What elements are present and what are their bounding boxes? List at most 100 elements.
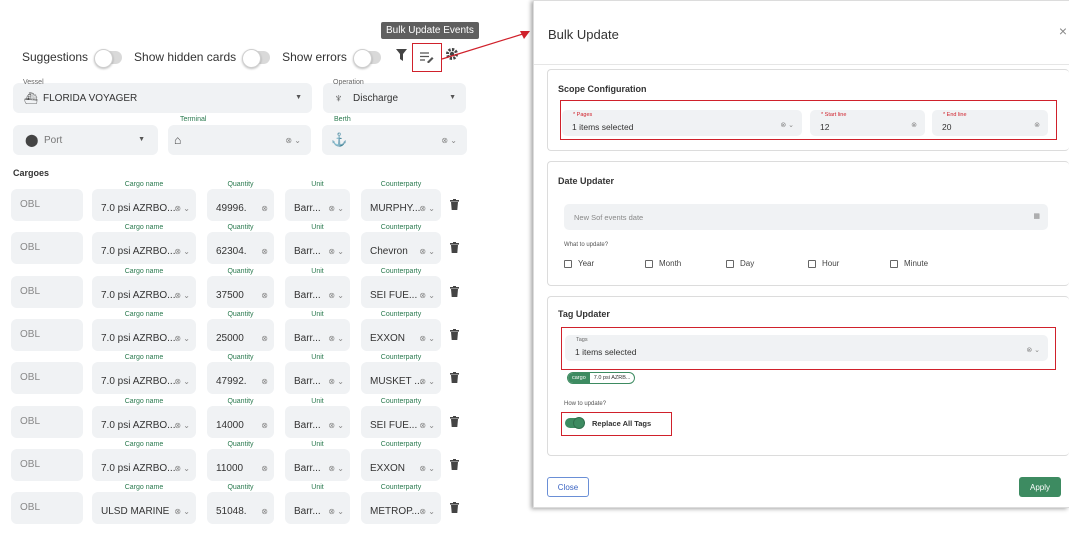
cargo-name-select[interactable]: Cargo name 7.0 psi AZRBO... ⊗ ⌄	[92, 354, 196, 395]
cargo-name-select[interactable]: Cargo name 7.0 psi AZRBO... ⊗ ⌄	[92, 181, 196, 221]
cargo-name-select[interactable]: Cargo name 7.0 psi AZRBO... ⊗ ⌄	[92, 398, 196, 438]
terminal-select[interactable]: Terminal ⌂ ⊗ ⌄	[168, 116, 311, 155]
cargo-type-field[interactable]: OBL	[11, 448, 83, 481]
trash-icon[interactable]	[450, 372, 459, 386]
close-button[interactable]: Close	[547, 477, 589, 497]
counterparty-select[interactable]: Counterparty MURPHY... ⊗ ⌄	[361, 181, 441, 221]
trash-icon[interactable]	[450, 502, 459, 516]
trash-icon[interactable]	[450, 328, 459, 343]
quantity-input[interactable]: Quantity 51048. ⊗	[207, 484, 274, 525]
clear-chevron-icon: ⊗ ⌄	[328, 247, 344, 257]
counterparty-select[interactable]: Counterparty Chevron ⊗ ⌄	[361, 224, 441, 265]
tag-chip[interactable]: cargo 7.0 psi AZRB...	[567, 372, 636, 384]
start-line-input[interactable]: * Start line 12 ⊗	[810, 110, 925, 136]
cargo-name-select[interactable]: Cargo name 7.0 psi AZRBO... ⊗ ⌄	[92, 311, 196, 351]
quantity-input[interactable]: Quantity 11000 ⊗	[207, 441, 274, 481]
counterparty-select[interactable]: Counterparty EXXON ⊗ ⌄	[361, 441, 441, 481]
month-checkbox[interactable]: Month	[645, 259, 681, 268]
cargo-name-select[interactable]: Cargo name 7.0 psi AZRBO... ⊗ ⌄	[92, 224, 196, 265]
trash-icon[interactable]	[450, 458, 459, 473]
trash-icon[interactable]	[450, 415, 459, 430]
bulk-update-button[interactable]	[412, 43, 442, 72]
cargo-type-value: OBL	[20, 285, 41, 297]
cargo-type-field[interactable]: OBL	[11, 189, 83, 221]
cargo-type-field[interactable]: OBL	[11, 275, 83, 308]
clear-chevron-icon: ⊗ ⌄	[174, 377, 190, 387]
unit-select[interactable]: Unit Barr... ⊗ ⌄	[285, 441, 350, 481]
sof-date-input[interactable]: New Sof events date ▦	[564, 204, 1048, 230]
clear-chevron-icon: ⊗ ⌄	[328, 333, 344, 343]
counterparty-select[interactable]: Counterparty MUSKET ... ⊗ ⌄	[361, 354, 441, 395]
quantity-input[interactable]: Quantity 47992. ⊗	[207, 354, 274, 395]
clear-chevron-icon: ⊗ ⌄	[419, 377, 435, 387]
unit-select[interactable]: Unit Barr... ⊗ ⌄	[285, 354, 350, 395]
show-errors-label: Show errors	[282, 50, 347, 64]
clear-icon: ⊗	[261, 463, 268, 473]
minute-checkbox[interactable]: Minute	[890, 259, 928, 268]
cargo-name-select[interactable]: Cargo name ULSD MARINE ⊗ ⌄	[92, 484, 196, 525]
operation-select[interactable]: Operation ♆ Discharge ▼	[323, 79, 466, 113]
quantity-input[interactable]: Quantity 62304. ⊗	[207, 224, 274, 265]
cargo-name-value: 7.0 psi AZRBO...	[101, 289, 176, 301]
tags-value: 1 items selected	[575, 347, 637, 357]
show-hidden-cards-toggle[interactable]	[242, 48, 271, 68]
quantity-input[interactable]: Quantity 25000 ⊗	[207, 311, 274, 351]
end-line-value: 20	[942, 122, 952, 132]
filter-icon[interactable]	[396, 48, 407, 64]
pages-select[interactable]: * Pages 1 items selected ⊗ ⌄	[562, 110, 802, 136]
counterparty-select[interactable]: Counterparty EXXON ⊗ ⌄	[361, 311, 441, 351]
trash-icon[interactable]	[450, 285, 459, 300]
unit-select[interactable]: Unit Barr... ⊗ ⌄	[285, 484, 350, 525]
clear-chevron-icon: ⊗ ⌄	[328, 204, 344, 213]
quantity-value: 62304.	[216, 246, 247, 258]
quantity-input[interactable]: Quantity 14000 ⊗	[207, 398, 274, 438]
cargo-type-field[interactable]: OBL	[11, 318, 83, 351]
cargo-type-field[interactable]: OBL	[11, 232, 83, 265]
hour-checkbox[interactable]: Hour	[808, 259, 839, 268]
berth-select[interactable]: Berth ⚓ ⊗ ⌄	[322, 116, 467, 155]
cargo-row: OBL Cargo name 7.0 psi AZRBO... ⊗ ⌄ Quantity…	[0, 268, 480, 311]
replace-all-tags-toggle[interactable]	[565, 417, 585, 429]
cargo-row: OBL Cargo name 7.0 psi AZRBO... ⊗ ⌄ Quantity…	[0, 181, 480, 224]
unit-select[interactable]: Unit Barr... ⊗ ⌄	[285, 398, 350, 438]
quantity-label: Quantity	[227, 181, 254, 188]
scope-configuration-card: Scope Configuration * Pages 1 items sele…	[547, 69, 1069, 151]
year-checkbox[interactable]: Year	[564, 259, 594, 268]
unit-label: Unit	[311, 484, 324, 492]
cargo-type-field[interactable]: OBL	[11, 362, 83, 395]
close-icon[interactable]: ×	[1059, 23, 1067, 39]
unit-select[interactable]: Unit Barr... ⊗ ⌄	[285, 311, 350, 351]
unit-select[interactable]: Unit Barr... ⊗ ⌄	[285, 181, 350, 221]
clear-chevron-icon: ⊗ ⌄	[174, 507, 190, 517]
tags-select[interactable]: Tags 1 items selected ⊗ ⌄	[565, 335, 1048, 361]
cargo-name-select[interactable]: Cargo name 7.0 psi AZRBO... ⊗ ⌄	[92, 441, 196, 481]
cargo-name-select[interactable]: Cargo name 7.0 psi AZRBO... ⊗ ⌄	[92, 268, 196, 308]
clear-chevron-icon: ⊗ ⌄	[328, 507, 344, 517]
show-errors-toggle[interactable]	[352, 48, 381, 68]
cargo-name-value: ULSD MARINE	[101, 506, 170, 518]
day-checkbox[interactable]: Day	[726, 259, 754, 268]
counterparty-select[interactable]: Counterparty SEI FUE... ⊗ ⌄	[361, 268, 441, 308]
unit-select[interactable]: Unit Barr... ⊗ ⌄	[285, 268, 350, 308]
chevron-down-icon: ▼	[138, 136, 145, 143]
counterparty-label: Counterparty	[380, 354, 422, 362]
counterparty-select[interactable]: Counterparty METROP... ⊗ ⌄	[361, 484, 441, 525]
counterparty-select[interactable]: Counterparty SEI FUE... ⊗ ⌄	[361, 398, 441, 438]
cargo-row: OBL Cargo name 7.0 psi AZRBO... ⊗ ⌄ Quantity…	[0, 441, 480, 484]
quantity-input[interactable]: Quantity 49996. ⊗	[207, 181, 274, 221]
cargo-type-field[interactable]: OBL	[11, 492, 83, 525]
end-line-input[interactable]: * End line 20 ⊗	[932, 110, 1048, 136]
cargo-type-field[interactable]: OBL	[11, 405, 83, 438]
operation-value: Discharge	[353, 93, 399, 104]
unit-select[interactable]: Unit Barr... ⊗ ⌄	[285, 224, 350, 265]
apply-button[interactable]: Apply	[1019, 477, 1061, 497]
port-select[interactable]: ⬤ Port ▼	[13, 125, 158, 155]
unit-label: Unit	[311, 354, 324, 362]
vessel-select[interactable]: Vessel ⛴ FLORIDA VOYAGER ▼	[13, 79, 312, 113]
quantity-input[interactable]: Quantity 37500 ⊗	[207, 268, 274, 308]
trash-icon[interactable]	[450, 242, 459, 256]
clear-chevron-icon: ⊗ ⌄	[174, 420, 190, 430]
trash-icon[interactable]	[450, 199, 459, 213]
clear-chevron-icon: ⊗ ⌄	[419, 247, 435, 257]
suggestions-toggle[interactable]	[94, 48, 123, 68]
